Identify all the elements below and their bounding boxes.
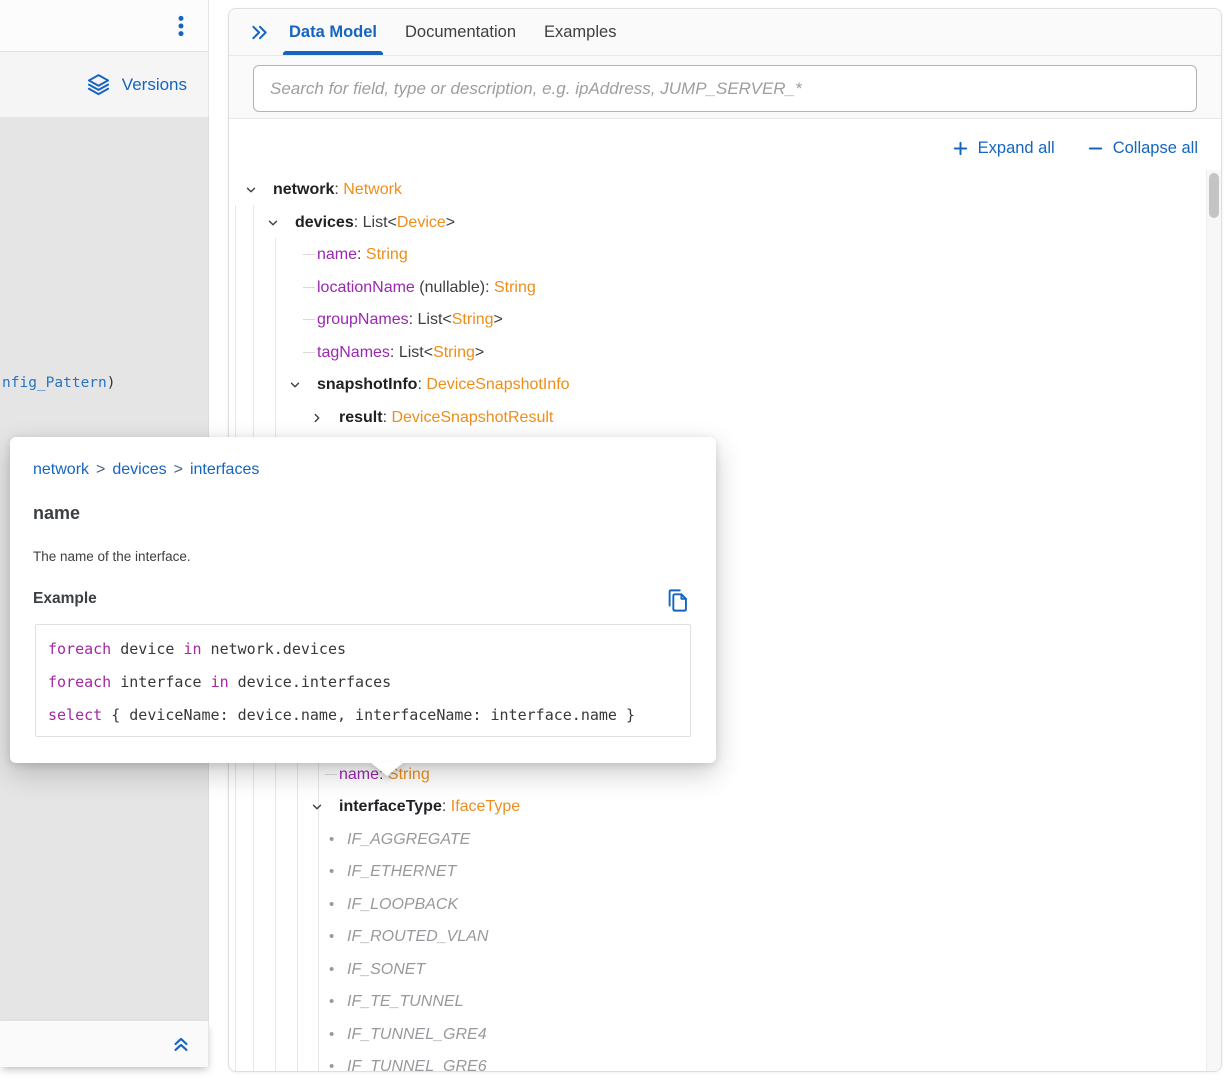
- tree-row-label: IF_ROUTED_VLAN: [347, 920, 488, 953]
- tree-row[interactable]: • IF_AGGREGATE: [229, 823, 1203, 856]
- code-line: select { deviceName: device.name, interf…: [48, 699, 690, 732]
- chevron-down-icon: [288, 378, 302, 392]
- code-line: foreach interface in device.interfaces: [48, 666, 690, 699]
- tree-row[interactable]: locationName (nullable): String: [229, 271, 1203, 304]
- tree-row-label: tagNames: List<String>: [317, 336, 484, 369]
- tree-row-label: devices: List<Device>: [295, 206, 455, 239]
- panel-header: Data Model Documentation Examples: [229, 9, 1221, 119]
- tree-expander[interactable]: [309, 401, 325, 434]
- tab-label: Data Model: [289, 23, 377, 42]
- left-toolbar: [0, 0, 209, 52]
- field-tooltip: network > devices > interfaces name The name…: [10, 437, 716, 763]
- bullet-icon: •: [329, 823, 334, 856]
- double-chevron-up-icon: [170, 1033, 192, 1055]
- breadcrumb-separator: >: [96, 461, 105, 478]
- bullet-icon: •: [329, 1018, 334, 1051]
- tree-row[interactable]: devices: List<Device>: [229, 206, 1203, 239]
- bullet-icon: •: [329, 953, 334, 986]
- tree-row[interactable]: • IF_TUNNEL_GRE4: [229, 1018, 1203, 1051]
- double-chevron-right-icon: [249, 22, 270, 43]
- chevron-right-icon: [310, 411, 324, 425]
- chevron-down-icon: [310, 800, 324, 814]
- bullet-icon: •: [329, 888, 334, 921]
- tree-row-label: IF_AGGREGATE: [347, 823, 470, 856]
- search-input[interactable]: [253, 65, 1197, 112]
- scrollbar-track[interactable]: [1206, 170, 1221, 1071]
- tree-row-label: IF_LOOPBACK: [347, 888, 458, 921]
- tree-row-label: locationName (nullable): String: [317, 271, 536, 304]
- kebab-menu-icon: [168, 12, 194, 40]
- tree-row-label: result: DeviceSnapshotResult: [339, 401, 553, 434]
- editor-collapse-button[interactable]: [166, 1029, 196, 1059]
- code-fragment: nfig_Pattern): [2, 375, 116, 391]
- app-root: Versions nfig_Pattern): [0, 0, 1227, 1080]
- tab-data-model[interactable]: Data Model: [287, 9, 379, 55]
- tree-row[interactable]: • IF_ETHERNET: [229, 855, 1203, 888]
- chevron-down-icon: [266, 216, 280, 230]
- versions-button[interactable]: Versions: [0, 52, 209, 117]
- branch-dash: [303, 254, 315, 255]
- tree-expander[interactable]: [287, 368, 303, 401]
- branch-dash: [303, 287, 315, 288]
- breadcrumb-separator: >: [174, 461, 183, 478]
- example-heading: Example: [33, 590, 97, 608]
- tree-row[interactable]: snapshotInfo: DeviceSnapshotInfo: [229, 368, 1203, 401]
- copy-icon: [664, 587, 691, 614]
- tree-expander[interactable]: [243, 173, 259, 206]
- tree-row[interactable]: groupNames: List<String>: [229, 303, 1203, 336]
- tree-row[interactable]: • IF_ROUTED_VLAN: [229, 920, 1203, 953]
- tree-row-label: snapshotInfo: DeviceSnapshotInfo: [317, 368, 570, 401]
- branch-dash: [325, 774, 337, 775]
- tree-row-label: groupNames: List<String>: [317, 303, 503, 336]
- tree-row[interactable]: • IF_TE_TUNNEL: [229, 985, 1203, 1018]
- tree-row[interactable]: • IF_TUNNEL_GRE6: [229, 1050, 1203, 1072]
- tree-row[interactable]: tagNames: List<String>: [229, 336, 1203, 369]
- tree-expander[interactable]: [265, 206, 281, 239]
- branch-dash: [303, 319, 315, 320]
- active-tab-underline: [283, 51, 383, 55]
- tab-examples[interactable]: Examples: [542, 9, 618, 55]
- breadcrumb-link[interactable]: interfaces: [190, 461, 259, 478]
- tab-documentation[interactable]: Documentation: [403, 9, 518, 55]
- tree-row-label: network: Network: [273, 173, 402, 206]
- tab-label: Documentation: [405, 23, 516, 42]
- tree-expander[interactable]: [309, 790, 325, 823]
- editor-footer: [0, 1021, 209, 1067]
- tree-row-label: IF_SONET: [347, 953, 425, 986]
- code-line: foreach device in network.devices: [48, 633, 690, 666]
- kebab-menu-button[interactable]: [166, 11, 196, 41]
- bullet-icon: •: [329, 1050, 334, 1072]
- tree-row-label: IF_ETHERNET: [347, 855, 456, 888]
- tooltip-description: The name of the interface.: [33, 549, 191, 564]
- branch-dash: [303, 352, 315, 353]
- tree-row-label: name: String: [317, 238, 408, 271]
- breadcrumb-link[interactable]: devices: [112, 461, 166, 478]
- bullet-icon: •: [329, 920, 334, 953]
- tooltip-breadcrumb: network > devices > interfaces: [33, 461, 259, 479]
- tree-row[interactable]: network: Network: [229, 173, 1203, 206]
- bullet-icon: •: [329, 985, 334, 1018]
- copy-button[interactable]: [662, 585, 692, 615]
- tree-row-label: IF_TE_TUNNEL: [347, 985, 463, 1018]
- tree-row[interactable]: • IF_SONET: [229, 953, 1203, 986]
- tree-row-label: IF_TUNNEL_GRE4: [347, 1018, 487, 1051]
- scrollbar-thumb[interactable]: [1209, 173, 1219, 218]
- tab-label: Examples: [544, 23, 616, 42]
- tree-row-label: IF_TUNNEL_GRE6: [347, 1050, 487, 1072]
- tooltip-title: name: [33, 503, 80, 524]
- tooltip-caret: [370, 762, 404, 776]
- example-code-block: foreach device in network.devicesforeach…: [35, 624, 691, 737]
- tree-row[interactable]: interfaceType: IfaceType: [229, 790, 1203, 823]
- tree-row[interactable]: • IF_LOOPBACK: [229, 888, 1203, 921]
- layers-icon: [86, 72, 111, 97]
- collapse-panel-button[interactable]: [248, 21, 270, 43]
- tree-row[interactable]: name: String: [229, 238, 1203, 271]
- bullet-icon: •: [329, 855, 334, 888]
- versions-label: Versions: [122, 75, 187, 95]
- tab-bar: Data Model Documentation Examples: [229, 9, 1221, 56]
- tree-row[interactable]: result: DeviceSnapshotResult: [229, 401, 1203, 434]
- tree-row-label: interfaceType: IfaceType: [339, 790, 520, 823]
- chevron-down-icon: [244, 183, 258, 197]
- breadcrumb-link[interactable]: network: [33, 461, 89, 478]
